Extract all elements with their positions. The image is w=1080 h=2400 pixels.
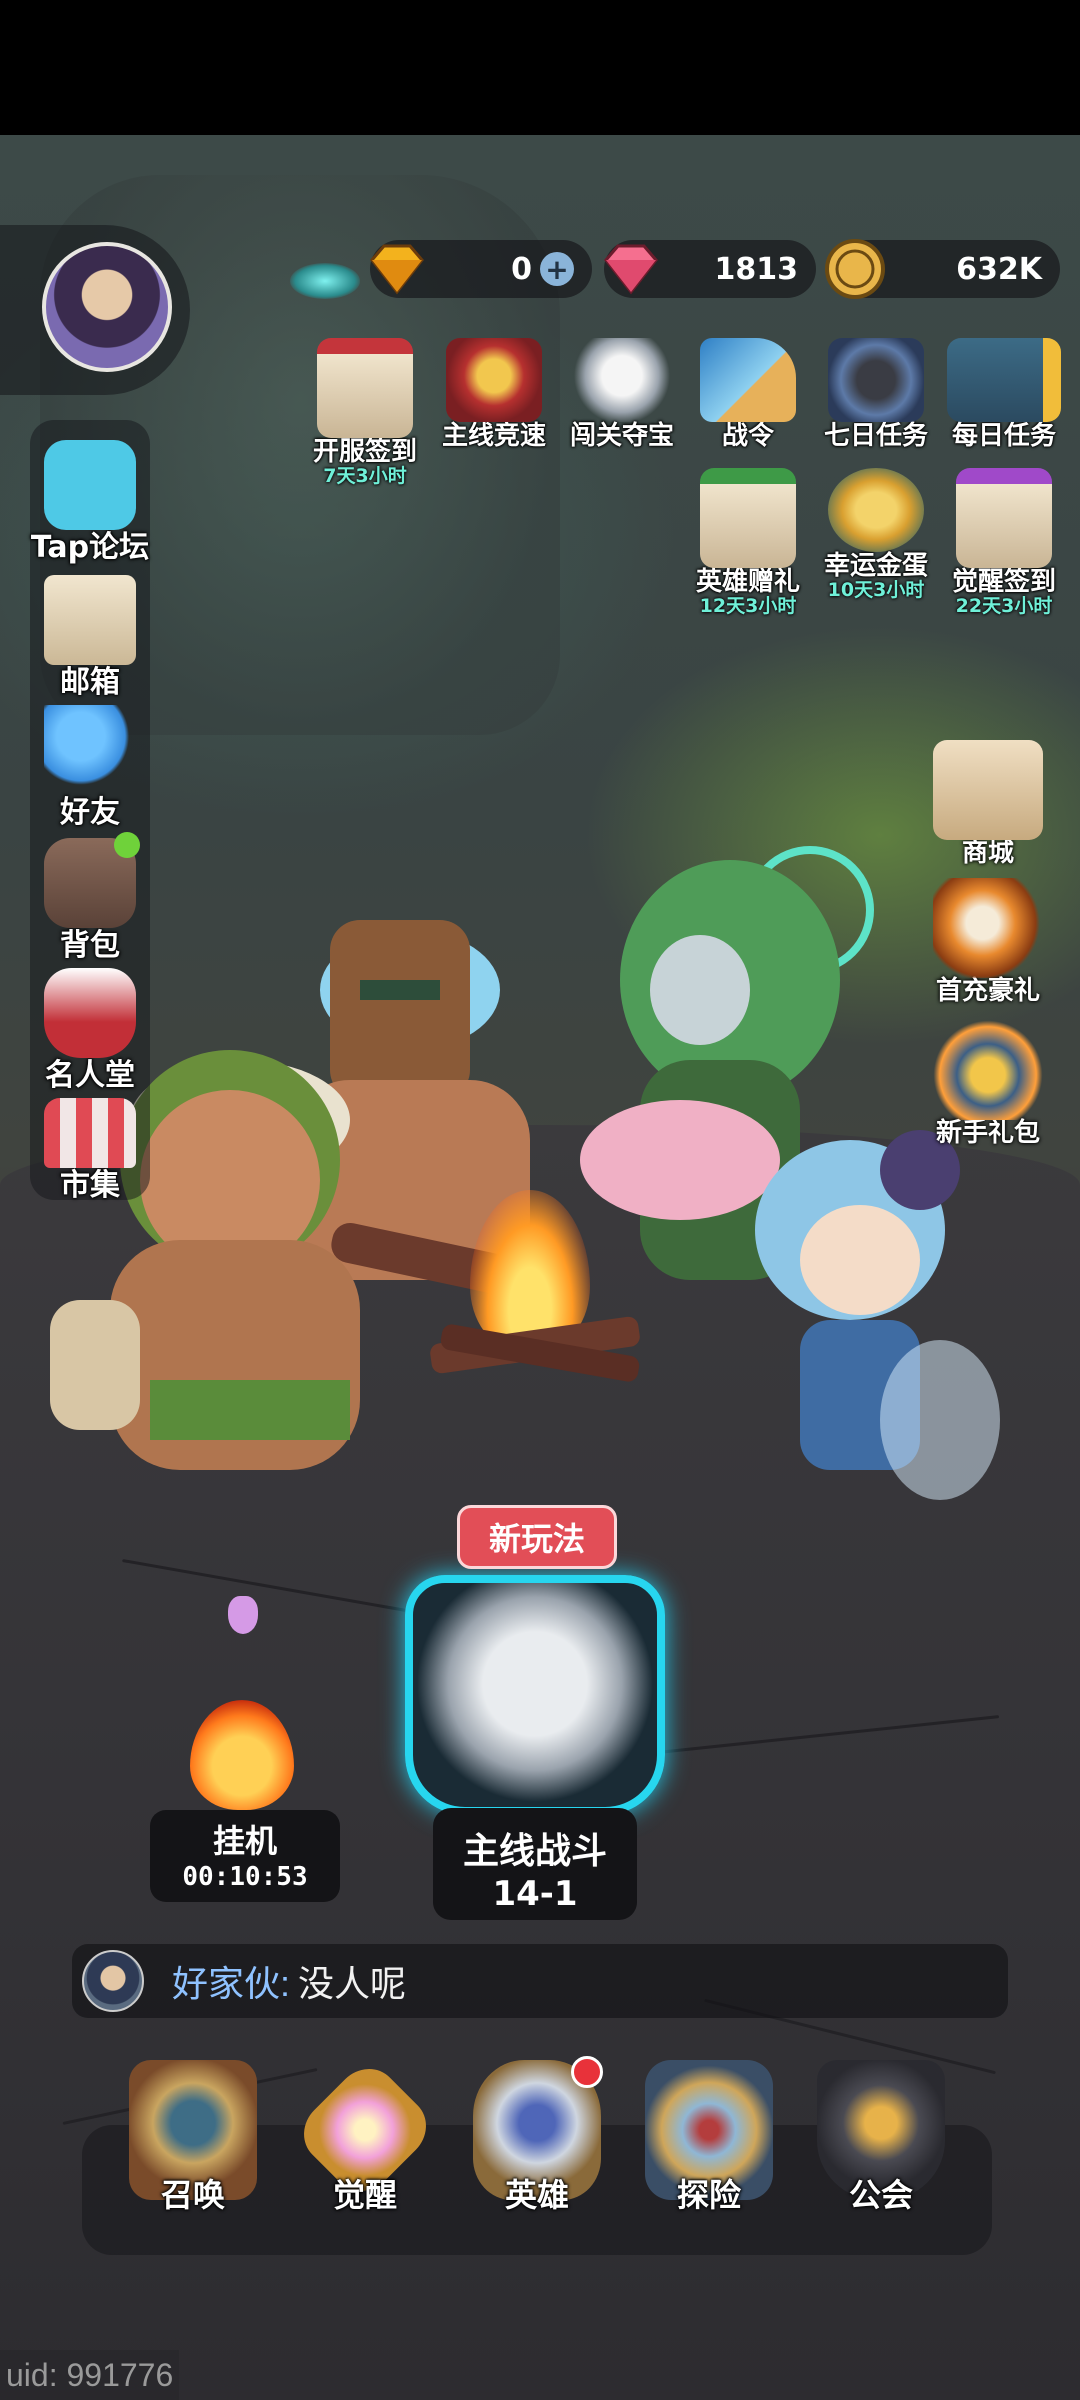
event-timer: 22天3小时 [955,595,1053,617]
status-bar [0,0,1080,135]
main-battle-title: 主线战斗 [462,1831,607,1872]
friends-icon [44,705,136,795]
sidebar-item-friends[interactable]: 好友 [20,705,160,831]
chat-sender: 好家伙: [172,1963,291,2004]
potion-icon[interactable] [228,1596,258,1634]
helmet-icon [828,338,924,422]
envelope-icon [44,575,136,665]
yellow-diamond-icon [370,244,424,295]
world-chat-bar[interactable]: 好家伙: 没人呢 [72,1944,1008,2018]
scroll-icon [947,338,1061,422]
sidebar-item-tap-forum[interactable]: Tap论坛 [20,440,160,566]
player-avatar[interactable] [42,242,172,372]
shop-button[interactable]: 商城 [918,740,1058,869]
event-timer: 10天3小时 [827,579,925,601]
event-timer: 7天3小时 [323,465,407,487]
event-awaken-checkin[interactable]: 觉醒签到 22天3小时 [944,468,1064,616]
wolf-mask-icon [574,338,670,422]
gift-box-icon [933,1020,1043,1120]
nav-explore[interactable]: 探险 [634,2060,784,2216]
notification-dot [571,2056,603,2088]
idle-title: 挂机 [212,1822,277,1860]
event-seven-day-task[interactable]: 七日任务 [816,338,936,450]
idle-button[interactable]: 挂机 00:10:53 [150,1810,340,1902]
sidebar-item-market[interactable]: 市集 [20,1098,160,1204]
event-daily-task[interactable]: 每日任务 [944,338,1064,450]
event-stage-treasure[interactable]: 闯关夺宝 [562,338,682,450]
calendar-icon [700,468,796,568]
gold-gem-counter: 0 + [370,240,592,298]
main-battle-button[interactable]: 主线战斗 14-1 [433,1808,637,1920]
sidebar-item-hall-of-fame[interactable]: 名人堂 [20,968,160,1094]
coin-counter: 632K [825,239,1060,299]
nav-awaken[interactable]: 觉醒 [290,2056,440,2216]
idle-timer: 00:10:53 [182,1862,308,1892]
main-battle-wolf-icon[interactable] [405,1575,665,1815]
tiger-icon [933,878,1043,978]
chat-avatar [82,1950,144,2012]
gold-coin-icon [825,239,885,299]
event-hero-gift[interactable]: 英雄赠礼 12天3小时 [688,468,808,616]
nav-heroes[interactable]: 英雄 [462,2056,612,2216]
user-id-label: uid: 991776 [0,2350,180,2400]
new-gameplay-badge: 新玩法 [457,1505,617,1569]
calendar-icon [317,338,413,438]
event-server-checkin[interactable]: 开服签到 7天3小时 [305,338,425,486]
shopping-bag-icon [933,740,1043,840]
flag-icon [700,338,796,422]
first-recharge-gift[interactable]: 首充豪礼 [918,878,1058,1007]
trophy-icon [446,338,542,422]
add-gem-button[interactable]: + [540,252,574,286]
coin-value: 632K [956,251,1042,287]
gold-gem-value: 0 [511,251,532,287]
golden-egg-icon [828,468,924,552]
pink-diamond-icon [604,244,658,295]
statue-eye-left [290,263,360,299]
nav-summon[interactable]: 召唤 [118,2060,268,2216]
shield-icon [44,968,136,1058]
notification-dot [114,832,140,858]
sidebar-item-bag[interactable]: 背包 [20,832,160,964]
chat-bubble-icon [44,440,136,530]
calendar-icon [956,468,1052,568]
nav-guild[interactable]: 公会 [806,2060,956,2216]
event-battle-pass[interactable]: 战令 [688,338,808,450]
backpack-icon [44,832,140,928]
pink-gem-counter: 1813 [604,240,816,298]
market-stall-icon [44,1098,136,1168]
newbie-gift-pack[interactable]: 新手礼包 [918,1020,1058,1149]
main-battle-stage: 14-1 [492,1874,578,1914]
pink-gem-value: 1813 [714,251,799,287]
chat-message: 没人呢 [298,1963,407,2004]
event-main-race[interactable]: 主线竞速 [434,338,554,450]
event-lucky-egg[interactable]: 幸运金蛋 10天3小时 [816,468,936,600]
event-timer: 12天3小时 [699,595,797,617]
sidebar-item-mail[interactable]: 邮箱 [20,575,160,701]
